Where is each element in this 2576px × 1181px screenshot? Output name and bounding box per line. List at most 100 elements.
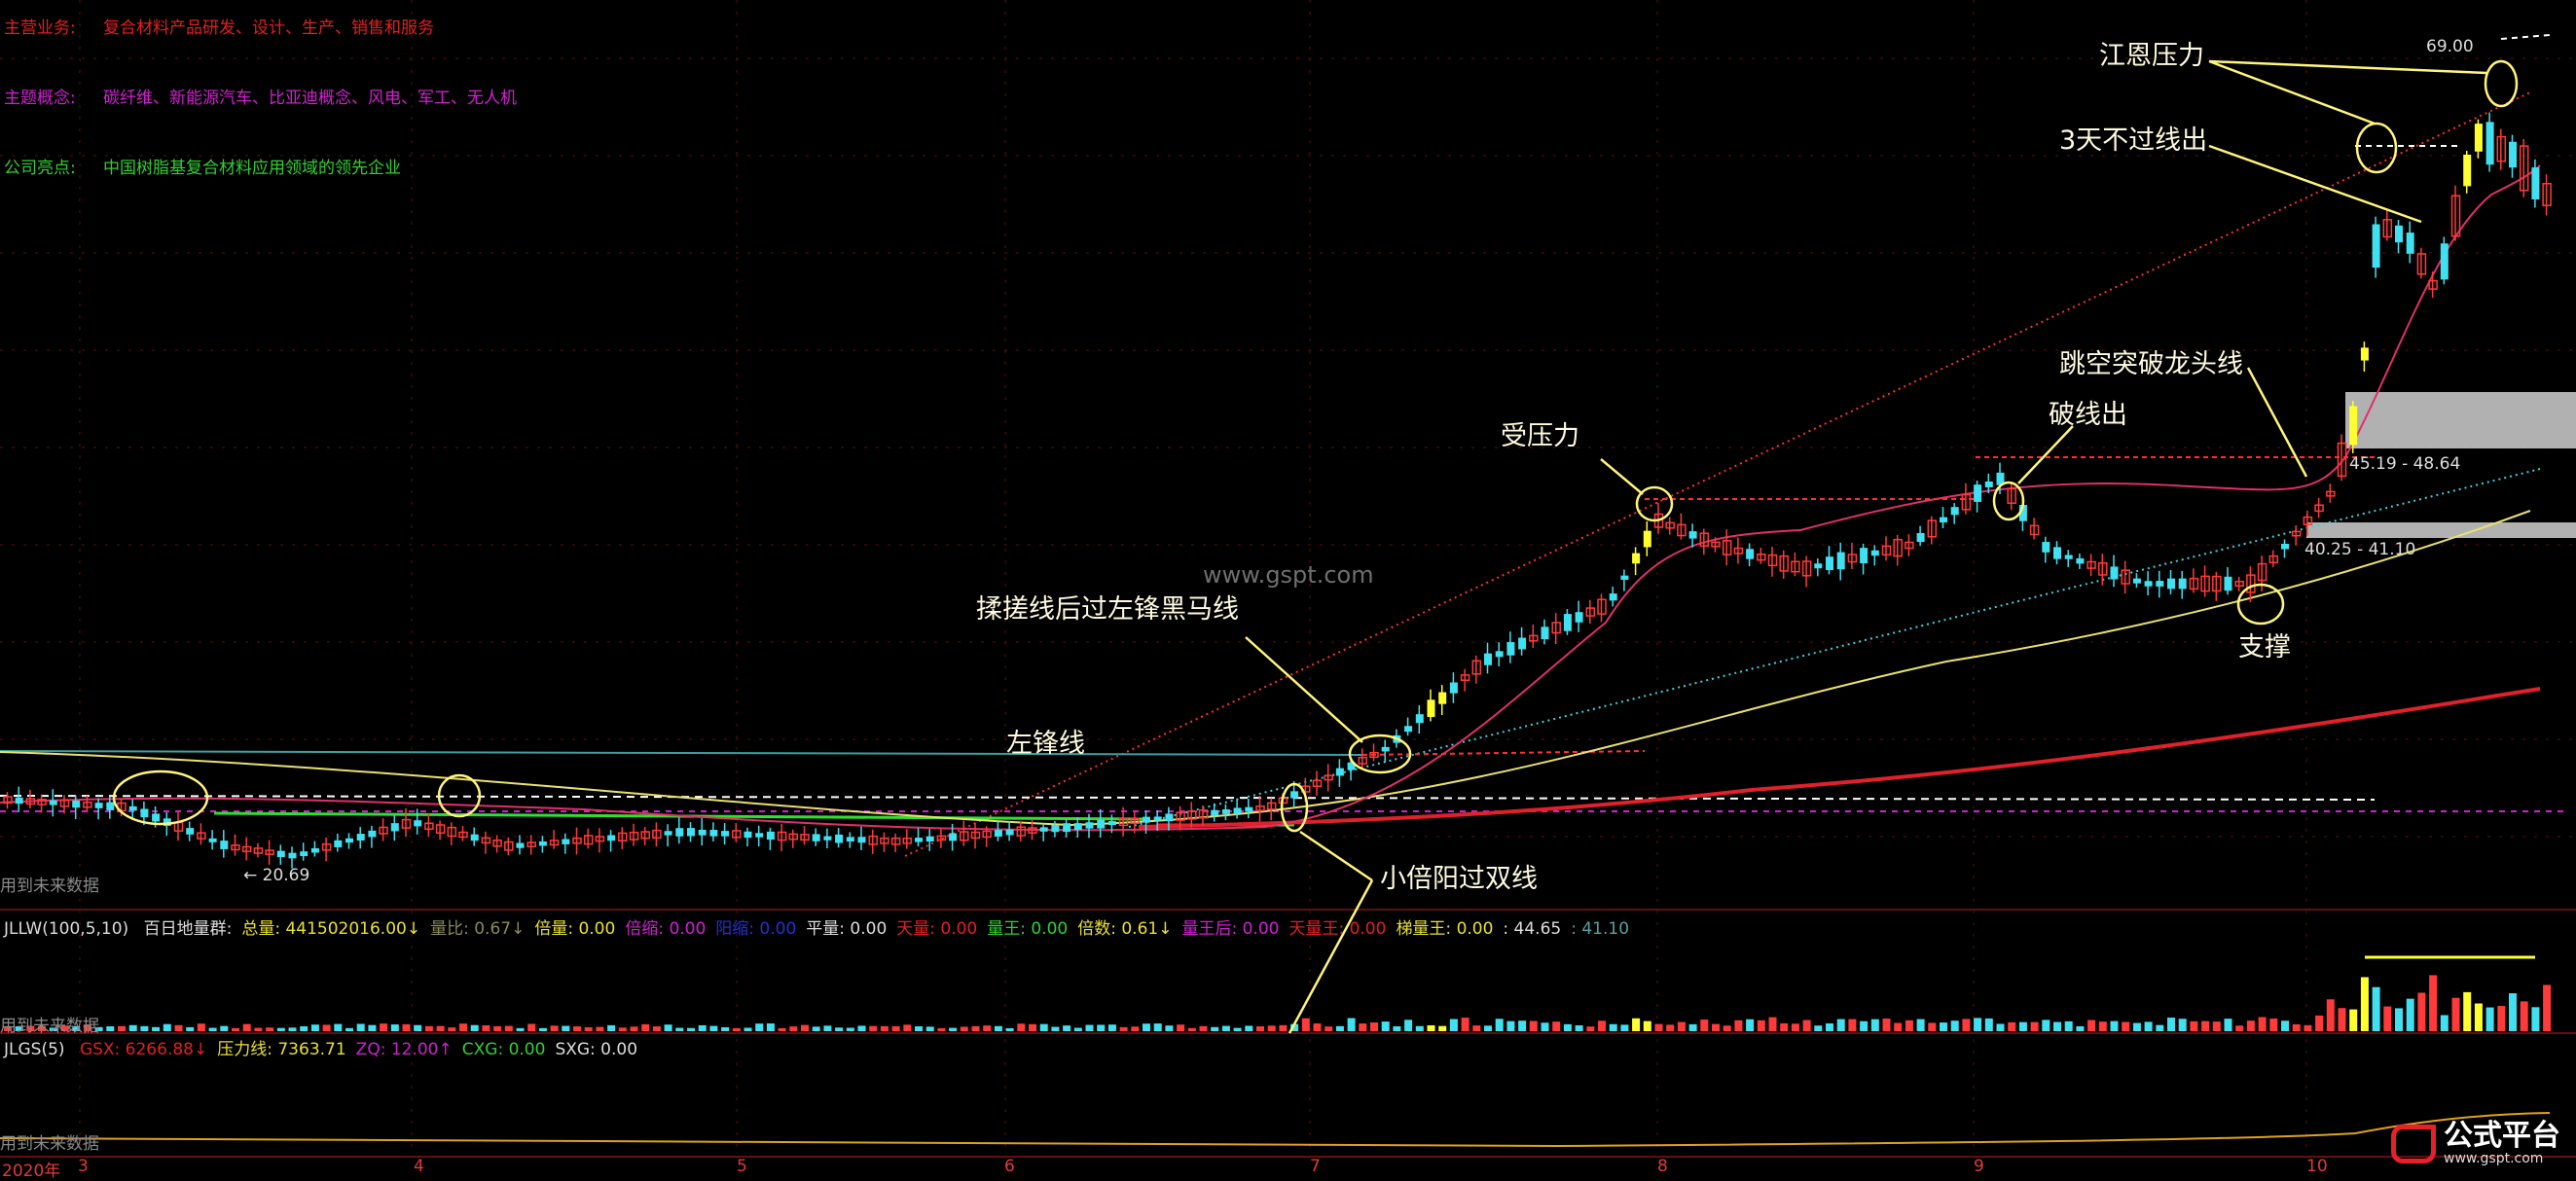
indicator2-item: GSX: 6266.88↓ bbox=[79, 1040, 208, 1059]
volume-bar bbox=[1039, 1023, 1048, 1031]
volume-bar bbox=[994, 1025, 1002, 1031]
candle-body bbox=[1518, 637, 1527, 650]
candle-body bbox=[1814, 563, 1823, 569]
annotation-small-yang: 小倍阳过双线 bbox=[1380, 864, 1538, 894]
volume-bar bbox=[2326, 999, 2335, 1031]
volume-bar bbox=[504, 1025, 513, 1031]
candle-body bbox=[1506, 642, 1515, 656]
candle-body bbox=[2144, 581, 2153, 587]
volume-bar bbox=[915, 1026, 923, 1031]
volume-bar bbox=[2383, 1006, 2392, 1031]
candle-body bbox=[1211, 809, 1219, 816]
volume-bar bbox=[1768, 1017, 1777, 1031]
volume-bar bbox=[2463, 991, 2472, 1031]
candle-body bbox=[2485, 122, 2494, 165]
volume-bar bbox=[857, 1025, 866, 1031]
volume-bar bbox=[869, 1025, 878, 1031]
zone-lower bbox=[2306, 522, 2576, 538]
axis-month-7: 7 bbox=[1310, 1157, 1321, 1176]
candle-body bbox=[516, 842, 525, 848]
volume-bar bbox=[960, 1026, 968, 1031]
volume-bar bbox=[1677, 1021, 1686, 1031]
volume-bar bbox=[618, 1027, 627, 1031]
candle-body bbox=[356, 834, 365, 841]
volume-bar bbox=[1245, 1025, 1253, 1031]
volume-bar bbox=[801, 1024, 809, 1031]
candle-body bbox=[2076, 557, 2085, 564]
candle-body bbox=[1221, 809, 1230, 814]
volume-bar bbox=[2485, 1007, 2494, 1031]
volume-bar bbox=[1472, 1025, 1481, 1031]
candle-body bbox=[220, 841, 229, 849]
volume-bar bbox=[1643, 1020, 1651, 1031]
candle-body bbox=[698, 829, 707, 836]
volume-bar bbox=[1700, 1020, 1709, 1031]
grid-vertical bbox=[79, 0, 2307, 1157]
low-price-label: ← 20.69 bbox=[243, 866, 310, 885]
volume-bar bbox=[1165, 1025, 1174, 1031]
candle-body bbox=[925, 836, 934, 842]
volume-bar bbox=[1301, 1018, 1310, 1031]
volume-bar bbox=[390, 1024, 399, 1031]
volume-bar bbox=[2497, 1006, 2506, 1031]
candle-body bbox=[1870, 550, 1879, 556]
candle-body bbox=[2178, 578, 2187, 590]
candle-body bbox=[72, 800, 81, 808]
volume-bar bbox=[1256, 1025, 1264, 1031]
volume-bar bbox=[538, 1027, 547, 1031]
volume-bar bbox=[1017, 1023, 1026, 1031]
axis-month-10: 10 bbox=[2306, 1157, 2328, 1176]
candle-body bbox=[2053, 547, 2061, 559]
volume-bar bbox=[1279, 1024, 1288, 1031]
volume-bar bbox=[1267, 1025, 1276, 1031]
volume-bar bbox=[607, 1024, 616, 1031]
volume-bar bbox=[1233, 1027, 1242, 1031]
volume-bar bbox=[334, 1023, 343, 1031]
candle-body bbox=[152, 813, 161, 822]
candle-body bbox=[994, 830, 1002, 837]
volume-bar bbox=[732, 1027, 741, 1031]
volume-bar bbox=[482, 1025, 490, 1031]
volume-bar bbox=[2167, 1018, 2175, 1031]
volume-bar bbox=[1836, 1019, 1845, 1031]
volume-bar bbox=[2520, 1001, 2528, 1031]
candle-body bbox=[766, 831, 775, 841]
volume-bar bbox=[1211, 1026, 1219, 1031]
volume-bar bbox=[1085, 1024, 1094, 1031]
volume-bar bbox=[1541, 1022, 1549, 1031]
volume-bar bbox=[2338, 1008, 2346, 1031]
volume-bar bbox=[983, 1025, 992, 1031]
volume-bar bbox=[310, 1024, 319, 1031]
volume-bar bbox=[652, 1026, 661, 1031]
volume-bar bbox=[174, 1024, 183, 1031]
candle-body bbox=[1449, 682, 1458, 694]
candle-body bbox=[1984, 481, 1993, 487]
candle-body bbox=[835, 834, 844, 843]
future-data-note-3: 用到未来数据 bbox=[0, 1134, 99, 1154]
candle-body bbox=[857, 837, 866, 843]
volume-bar bbox=[744, 1027, 752, 1031]
volume-bar bbox=[2304, 1024, 2312, 1031]
volume-bar bbox=[266, 1027, 274, 1031]
candle-body bbox=[709, 830, 718, 837]
volume-bar bbox=[2315, 1015, 2324, 1031]
candle-body bbox=[2463, 155, 2472, 187]
annotation-left-peak: 左锋线 bbox=[1006, 729, 1085, 759]
candle-body bbox=[368, 830, 377, 838]
candle-body bbox=[1404, 726, 1413, 733]
volume-bar bbox=[675, 1027, 684, 1031]
candle-body bbox=[2064, 555, 2073, 559]
volume-bar bbox=[2224, 1019, 2232, 1031]
volume-bar bbox=[2235, 1025, 2244, 1031]
candle-body bbox=[687, 828, 695, 837]
candle-body bbox=[2531, 167, 2540, 199]
volume-bar bbox=[356, 1023, 365, 1031]
indicator2-item: SXG: 0.00 bbox=[555, 1040, 638, 1059]
zone-upper-label: 45.19 - 48.64 bbox=[2349, 454, 2461, 474]
volume-bar bbox=[1359, 1023, 1367, 1031]
axis-month-4: 4 bbox=[414, 1157, 424, 1176]
candle-body bbox=[1950, 507, 1959, 516]
candle-body bbox=[1484, 653, 1492, 665]
volume-bar bbox=[2509, 993, 2517, 1031]
candle-body bbox=[2474, 124, 2483, 152]
